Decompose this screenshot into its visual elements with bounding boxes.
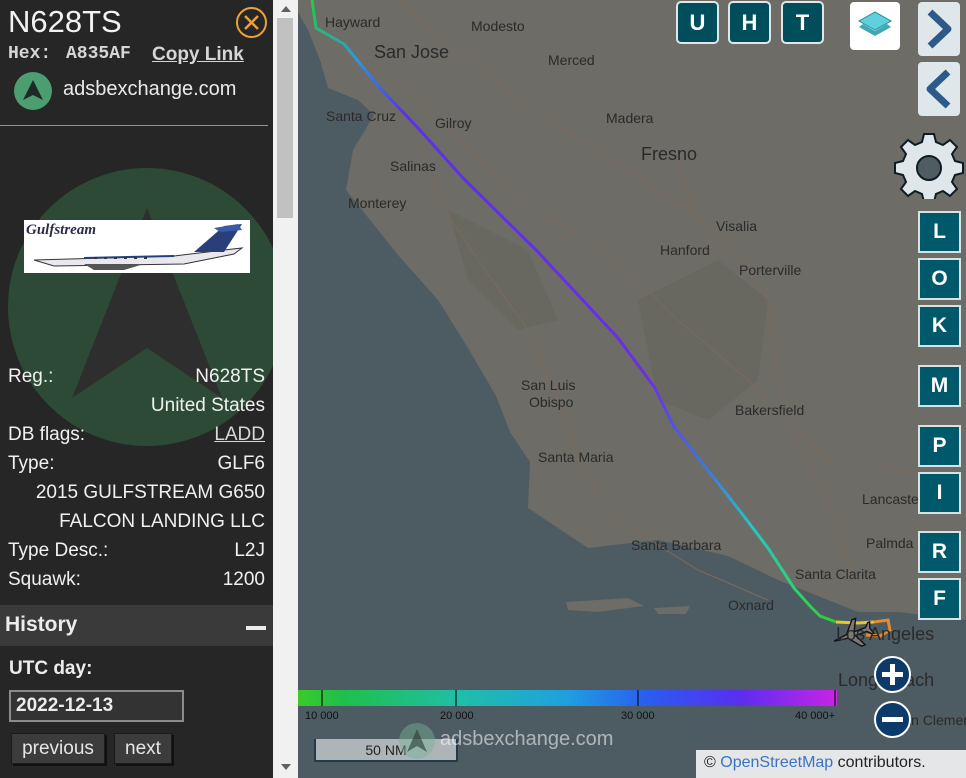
- type-desc-label: Type Desc.:: [8, 540, 109, 561]
- city-label: Santa Maria: [538, 449, 614, 465]
- city-label: Salinas: [390, 158, 436, 174]
- ladd-link[interactable]: LADD: [214, 424, 265, 446]
- collapse-left-button[interactable]: [918, 62, 960, 116]
- attribution-suffix: contributors.: [837, 754, 926, 771]
- scrollbar-thumb[interactable]: [277, 18, 293, 218]
- city-label: San Luis: [521, 377, 576, 393]
- collapse-icon[interactable]: [246, 626, 266, 630]
- toggle-o-button[interactable]: O: [920, 260, 959, 298]
- sidebar-scrollbar[interactable]: [273, 0, 298, 778]
- city-label: Santa Cruz: [326, 108, 397, 124]
- country-value: United States: [150, 395, 265, 416]
- city-label: Santa Clarita: [795, 566, 876, 582]
- city-label: Palmda: [866, 535, 914, 551]
- owner-value: FALCON LANDING LLC: [59, 511, 265, 532]
- map-view[interactable]: Hayward Modesto San Jose Merced Santa Cr…: [298, 0, 966, 778]
- city-label: Modesto: [471, 18, 525, 34]
- db-flags-label: DB flags:: [8, 424, 86, 445]
- type-label: Type:: [8, 453, 55, 474]
- brand-link[interactable]: adsbexchange.com: [63, 78, 236, 101]
- openstreetmap-link[interactable]: OpenStreetMap: [720, 754, 833, 771]
- copy-link[interactable]: Copy Link: [152, 44, 244, 66]
- copyright-symbol: ©: [704, 754, 716, 771]
- city-label: Hayward: [325, 14, 381, 30]
- city-label: Madera: [606, 110, 654, 126]
- utc-date-input[interactable]: [9, 690, 184, 722]
- city-label: Bakersfield: [735, 402, 805, 418]
- city-label: Obispo: [529, 394, 574, 410]
- squawk-label: Squawk:: [8, 569, 81, 590]
- gear-icon: [894, 133, 964, 203]
- close-icon: [244, 15, 259, 30]
- aircraft-photo[interactable]: Gulfstream: [24, 220, 250, 273]
- legend-label: 10 000: [305, 710, 339, 722]
- toggle-l-button[interactable]: L: [920, 213, 959, 251]
- city-label: Los Angeles: [836, 624, 935, 644]
- scale-bar: 50 NM: [314, 739, 458, 762]
- close-button[interactable]: [236, 7, 267, 38]
- expand-right-button[interactable]: [918, 2, 960, 56]
- next-button[interactable]: next: [114, 733, 172, 764]
- toggle-f-button[interactable]: F: [920, 580, 959, 618]
- map-brand-text: adsbexchange.com: [440, 728, 614, 750]
- city-label: Hanford: [660, 242, 710, 258]
- adsbexchange-logo[interactable]: [14, 72, 52, 110]
- scroll-down-arrow-icon[interactable]: [281, 764, 291, 770]
- history-title: History: [5, 613, 78, 636]
- previous-button[interactable]: previous: [11, 733, 105, 764]
- reg-label: Reg.:: [8, 366, 54, 387]
- map-brand-logo-icon: [399, 723, 435, 759]
- toggle-t-button[interactable]: T: [783, 3, 822, 42]
- city-label: Oxnard: [728, 597, 774, 613]
- type-desc-value: L2J: [234, 540, 265, 561]
- toggle-u-button[interactable]: U: [678, 3, 717, 42]
- city-label: Merced: [548, 52, 595, 68]
- hex-value: A835AF: [66, 44, 131, 64]
- adsb-triangle-icon: [23, 80, 43, 100]
- zoom-out-button[interactable]: [874, 701, 911, 738]
- city-label: Lancaste: [862, 491, 919, 507]
- toggle-h-button[interactable]: H: [730, 3, 769, 42]
- utc-day-label: UTC day:: [9, 658, 93, 679]
- legend-label: 40 000+: [795, 710, 836, 722]
- model-value: 2015 GULFSTREAM G650: [35, 482, 265, 503]
- reg-value: N628TS: [195, 366, 265, 387]
- divider: [0, 125, 268, 126]
- legend-label: 30 000: [621, 710, 655, 722]
- zoom-in-button[interactable]: [874, 656, 911, 693]
- chevron-left-icon: [926, 69, 951, 109]
- squawk-value: 1200: [222, 569, 265, 590]
- toggle-k-button[interactable]: K: [920, 307, 959, 345]
- toggle-i-button[interactable]: I: [920, 474, 959, 512]
- city-label: Visalia: [716, 218, 757, 234]
- city-label: San Jose: [374, 42, 450, 62]
- aircraft-callsign: N628TS: [8, 4, 122, 39]
- altitude-legend: [298, 690, 837, 706]
- legend-label: 20 000: [440, 710, 474, 722]
- type-value: GLF6: [217, 453, 265, 474]
- city-label: Porterville: [739, 262, 802, 278]
- aircraft-image: [33, 224, 244, 270]
- layers-icon: [857, 11, 893, 36]
- city-label: Monterey: [348, 195, 407, 211]
- aircraft-sidebar: N628TS Hex: A835AF Copy Link adsbexchang…: [0, 0, 273, 778]
- city-label: Fresno: [641, 144, 698, 164]
- layers-button[interactable]: [850, 2, 900, 50]
- plus-icon: [882, 664, 903, 685]
- scroll-up-arrow-icon[interactable]: [281, 6, 291, 12]
- map-attribution: © OpenStreetMap contributors.: [696, 750, 966, 778]
- hex-label: Hex:: [8, 44, 52, 64]
- minus-icon: [882, 717, 903, 722]
- history-header[interactable]: History: [0, 605, 273, 646]
- toggle-p-button[interactable]: P: [920, 427, 959, 465]
- toggle-r-button[interactable]: R: [920, 533, 959, 571]
- toggle-m-button[interactable]: M: [920, 367, 959, 405]
- city-label: Santa Barbara: [631, 537, 722, 553]
- settings-button[interactable]: [894, 133, 964, 204]
- chevron-right-icon: [927, 9, 952, 49]
- city-label: Gilroy: [435, 115, 472, 131]
